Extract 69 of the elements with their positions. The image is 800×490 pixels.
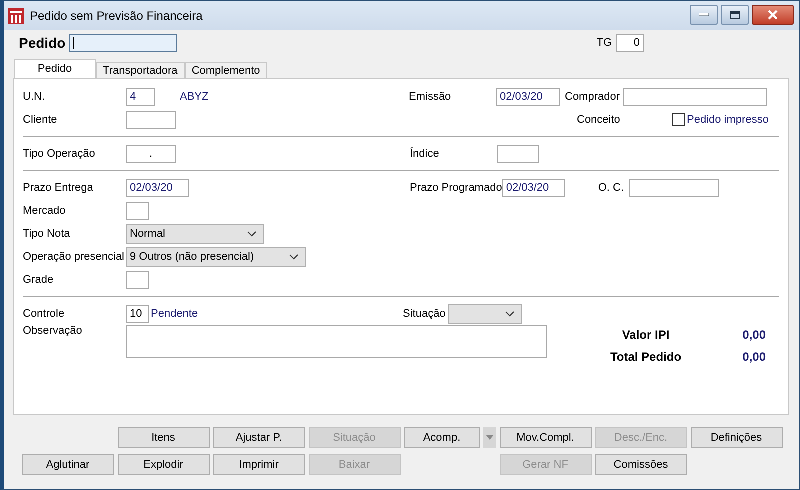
oc-field[interactable] xyxy=(629,178,719,196)
tab[interactable]: Pedido xyxy=(14,59,96,78)
dropdown-button[interactable] xyxy=(483,427,496,448)
field-label: Prazo Programado xyxy=(410,182,502,194)
tipo-nota-dropdown[interactable]: Normal xyxy=(126,224,264,244)
caret-down-icon xyxy=(486,435,494,440)
date-field[interactable]: 02/03/20 xyxy=(496,88,560,106)
field-label: U.N. xyxy=(23,90,46,102)
chevron-down-icon xyxy=(289,254,299,260)
tipo-operacao-field[interactable]: . xyxy=(126,144,176,162)
button[interactable]: Comissões xyxy=(595,454,687,475)
pedido-label: Pedido xyxy=(19,35,67,51)
controle-field[interactable]: 10 xyxy=(126,304,149,322)
tg-label: TG xyxy=(596,37,612,49)
situacao-dropdown[interactable] xyxy=(448,304,522,324)
close-icon xyxy=(768,10,778,20)
button[interactable]: Mov.Compl. xyxy=(500,427,592,448)
tab[interactable]: Transportadora xyxy=(96,62,185,78)
cliente-field[interactable] xyxy=(126,110,176,128)
grade-field[interactable] xyxy=(126,270,149,288)
mercado-field[interactable] xyxy=(126,202,149,220)
button[interactable]: Ajustar P. xyxy=(213,427,305,448)
close-button[interactable] xyxy=(752,5,794,25)
field-label: Situação xyxy=(403,308,447,320)
button[interactable]: Definições xyxy=(690,427,782,448)
tg-field[interactable]: 0 xyxy=(616,34,644,52)
field-label: Prazo Entrega xyxy=(23,182,94,194)
field-label: Tipo Operação xyxy=(23,148,96,160)
indice-field[interactable] xyxy=(497,144,539,162)
un-description: ABYZ xyxy=(180,90,210,102)
field-label: Conceito xyxy=(577,114,622,126)
total-label: Valor IPI xyxy=(621,328,671,342)
chevron-down-icon xyxy=(247,230,257,236)
observacao-field[interactable] xyxy=(126,325,547,358)
chevron-down-icon xyxy=(505,310,515,316)
date-field[interactable]: 02/03/20 xyxy=(502,178,566,196)
pedido-field[interactable] xyxy=(69,34,177,52)
button[interactable]: Imprimir xyxy=(213,454,305,475)
checkbox[interactable] xyxy=(672,113,685,126)
field-label: Mercado xyxy=(23,204,67,216)
maximize-button[interactable] xyxy=(721,5,749,25)
field-label: Observação xyxy=(23,325,84,337)
minimize-icon xyxy=(699,13,709,17)
status-text: Pendente xyxy=(151,308,200,320)
un-field[interactable]: 4 xyxy=(126,88,155,106)
maximize-icon xyxy=(730,11,740,19)
date-field[interactable]: 02/03/20 xyxy=(126,178,189,196)
total-value: 0,00 xyxy=(742,350,766,364)
field-label: Controle xyxy=(23,308,66,320)
button[interactable]: Acomp. xyxy=(404,427,480,448)
operacao-presencial-dropdown[interactable]: 9 Outros (não presencial) xyxy=(126,246,306,266)
field-label: O. C. xyxy=(598,182,624,194)
button[interactable]: Itens xyxy=(118,427,210,448)
total-label: Total Pedido xyxy=(609,350,683,364)
window-title: Pedido sem Previsão Financeira xyxy=(30,8,203,22)
tab[interactable]: Complemento xyxy=(184,62,268,78)
checkbox-label[interactable]: Pedido impresso xyxy=(687,114,769,126)
field-label: Operação presencial xyxy=(23,250,126,262)
field-label: Grade xyxy=(23,274,55,286)
field-label: Índice xyxy=(410,148,440,160)
total-value: 0,00 xyxy=(742,328,766,342)
field-label: Emissão xyxy=(409,90,452,102)
field-label: Tipo Nota xyxy=(23,228,72,240)
button[interactable]: Aglutinar xyxy=(22,454,114,475)
button[interactable]: Explodir xyxy=(118,454,210,475)
field-label: Cliente xyxy=(23,114,58,126)
app-logo-icon xyxy=(8,8,24,24)
comprador-field[interactable] xyxy=(623,88,768,106)
field-label: Comprador xyxy=(565,90,620,102)
